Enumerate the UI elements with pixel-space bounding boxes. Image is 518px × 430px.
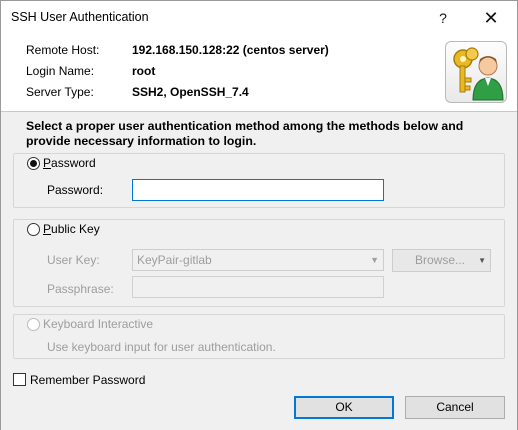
keyboard-interactive-label[interactable]: Keyboard Interactive	[41, 317, 156, 331]
password-radio-label[interactable]: Password	[41, 156, 98, 170]
ok-button[interactable]: OK	[294, 396, 394, 419]
dropdown-arrow-icon: ▼	[478, 256, 486, 265]
user-key-value: KeyPair-gitlab	[137, 253, 212, 267]
password-field-label: Password:	[47, 183, 104, 197]
window-title: SSH User Authentication	[11, 10, 149, 24]
public-key-radio[interactable]	[27, 223, 40, 236]
keyboard-interactive-description: Use keyboard input for user authenticati…	[47, 340, 276, 354]
user-key-select[interactable]: KeyPair-gitlab ▼	[132, 249, 384, 271]
remote-host-value: 192.168.150.128:22 (centos server)	[132, 43, 329, 57]
auth-panel: Select a proper user authentication meth…	[1, 112, 517, 430]
ssh-auth-dialog: SSH User Authentication ? ✕ Remote Host:…	[0, 0, 518, 430]
user-key-label: User Key:	[47, 253, 100, 267]
close-button[interactable]: ✕	[469, 4, 513, 32]
public-key-radio-rest: ublic Key	[51, 222, 100, 236]
instruction-text: Select a proper user authentication meth…	[26, 119, 464, 148]
cancel-button[interactable]: Cancel	[405, 396, 505, 419]
passphrase-label: Passphrase:	[47, 282, 114, 296]
password-input[interactable]	[132, 179, 384, 201]
remember-password-checkbox[interactable]	[13, 373, 26, 386]
remember-password-label[interactable]: Remember Password	[30, 373, 145, 387]
remote-host-label: Remote Host:	[26, 43, 100, 57]
server-type-label: Server Type:	[26, 85, 94, 99]
public-key-radio-label[interactable]: Public Key	[41, 222, 102, 236]
login-name-label: Login Name:	[26, 64, 95, 78]
keyboard-interactive-radio[interactable]	[27, 318, 40, 331]
connection-info: Remote Host: 192.168.150.128:22 (centos …	[1, 35, 517, 109]
login-name-value: root	[132, 64, 156, 78]
keys-user-icon	[445, 41, 507, 103]
server-type-value: SSH2, OpenSSH_7.4	[132, 85, 249, 99]
browse-button[interactable]: Browse... ▼	[392, 249, 491, 272]
browse-label: Browse...	[415, 253, 466, 267]
chevron-down-icon: ▼	[370, 255, 379, 265]
public-key-radio-accel: P	[43, 222, 52, 236]
password-radio[interactable]	[27, 157, 40, 170]
passphrase-input[interactable]	[132, 276, 384, 298]
title-bar: SSH User Authentication ? ✕	[1, 1, 517, 35]
password-radio-rest: assword	[51, 156, 96, 170]
help-button[interactable]: ?	[421, 4, 465, 32]
password-radio-accel: P	[43, 156, 52, 170]
